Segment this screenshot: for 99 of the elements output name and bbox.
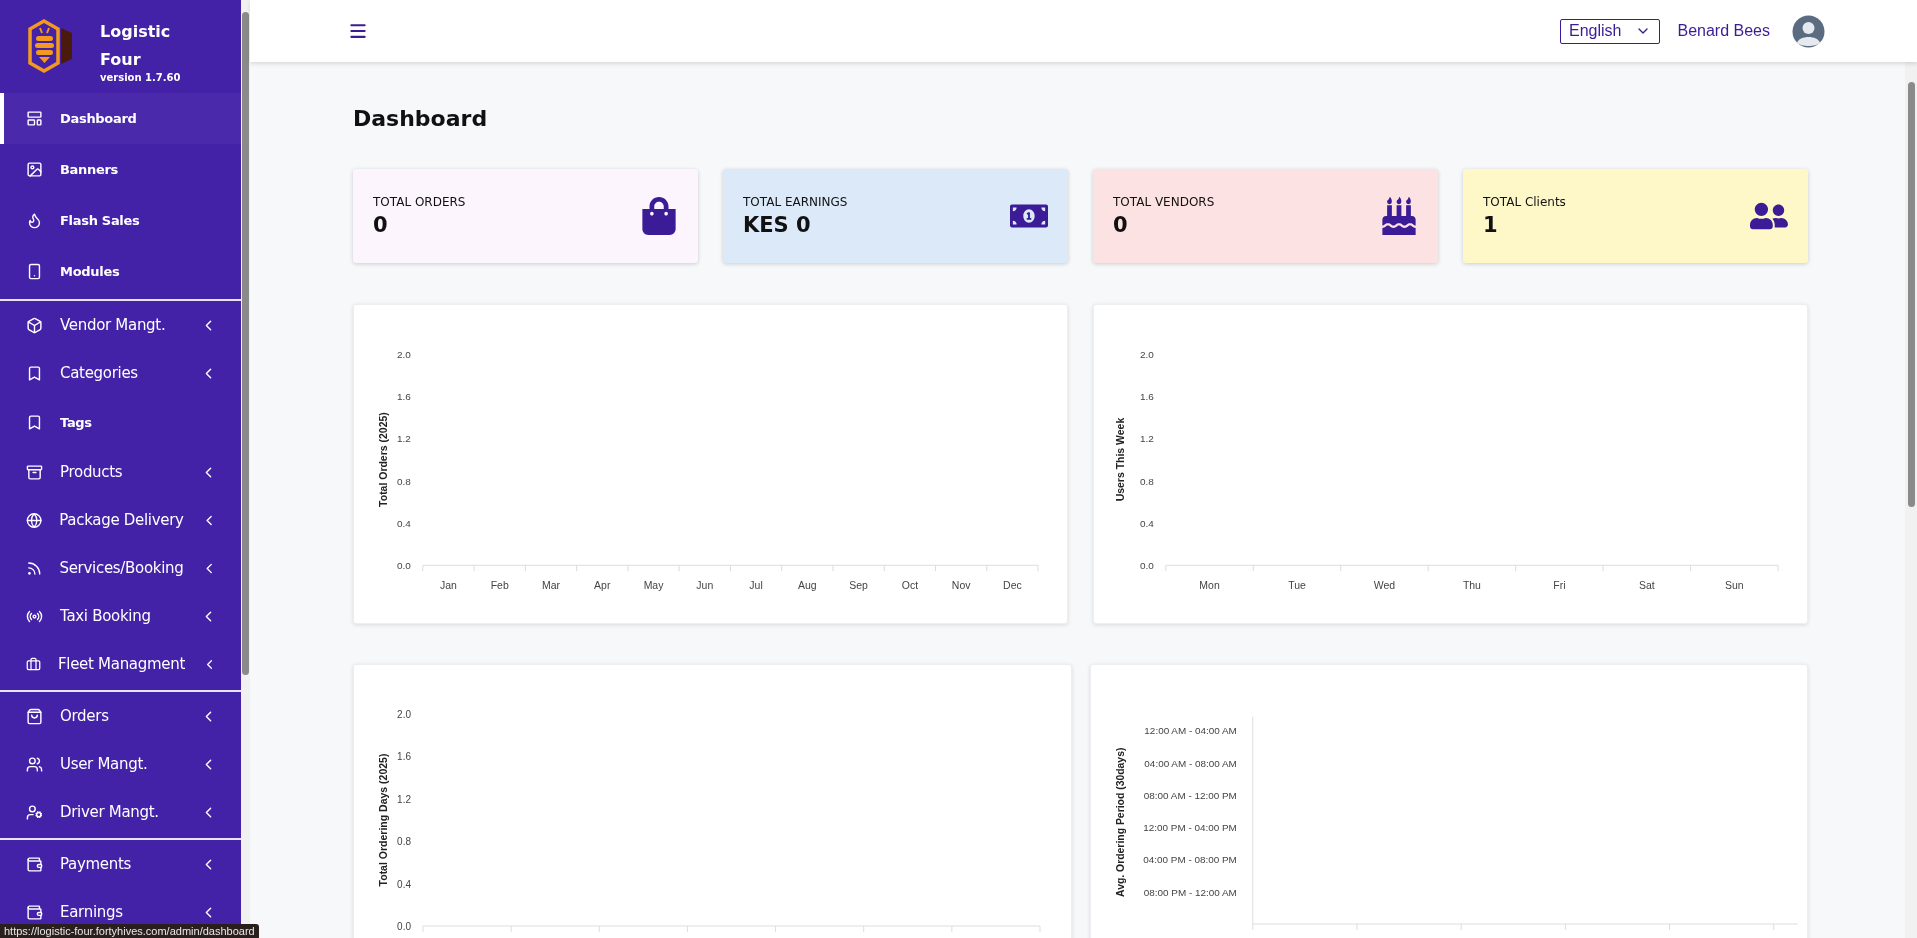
- tick-label: 2.0: [397, 709, 411, 720]
- cake-icon: [1380, 197, 1418, 235]
- stat-label: TOTAL ORDERS: [373, 195, 467, 209]
- tick-label: 08:00 AM - 12:00 PM: [1143, 789, 1237, 801]
- shopping-bag-icon: [640, 197, 678, 235]
- tick-label: Tue: [1288, 580, 1306, 592]
- tick-label: 0.8: [397, 836, 411, 848]
- language-select[interactable]: English: [1560, 18, 1661, 44]
- tick-label: 0.8: [397, 475, 411, 487]
- tick-label: Dec: [1003, 580, 1022, 592]
- rss-icon: [26, 559, 43, 577]
- tick-label: 2.0: [397, 348, 411, 360]
- tick-label: Feb: [490, 580, 509, 592]
- tick-label: 1.6: [397, 751, 411, 763]
- stat-value: 1: [1483, 213, 1499, 237]
- stat-value: 0: [1113, 213, 1129, 237]
- menu-button[interactable]: [348, 21, 368, 41]
- tick-label: 0.0: [397, 560, 411, 572]
- axis-title: Users This Week: [1114, 417, 1126, 502]
- tick-label: 0.8: [1139, 475, 1154, 487]
- tick-label: 08:00 PM - 12:00 AM: [1143, 886, 1237, 898]
- tick-label: 0.4: [397, 878, 411, 890]
- tick-label: 1.2: [1139, 433, 1154, 445]
- tick-label: Sun: [1725, 580, 1744, 592]
- version-label: version 1.7.60: [100, 72, 182, 83]
- sidebar-item[interactable]: User Mangt.: [0, 740, 241, 788]
- sidebar-item[interactable]: Flash Sales: [0, 195, 241, 246]
- tick-label: Aug: [798, 580, 817, 592]
- sidebar-item[interactable]: Vendor Mangt.: [0, 301, 241, 349]
- stat-value: 0: [373, 213, 389, 237]
- tick-label: 0.4: [1139, 518, 1154, 529]
- user-gear-icon: [26, 803, 43, 821]
- tick-label: 1.6: [1139, 391, 1154, 403]
- bag-icon: [26, 707, 43, 725]
- sidebar-item[interactable]: Fleet Managment: [0, 640, 241, 688]
- axis-title: Avg. Ordering Period (30days): [1114, 747, 1126, 897]
- wallet-icon: [26, 855, 43, 873]
- tick-label: Apr: [594, 580, 611, 592]
- sidebar-item[interactable]: Payments: [0, 840, 241, 888]
- tick-label: Wed: [1373, 580, 1396, 592]
- stat-value: KES 0: [743, 213, 812, 237]
- flame-icon: [26, 212, 43, 229]
- users-icon: [26, 755, 43, 773]
- stat-label: TOTAL Clients: [1483, 195, 1567, 209]
- sidebar-item[interactable]: Products: [0, 448, 241, 496]
- bookmark-icon: [26, 364, 43, 382]
- axis-title: Total Ordering Days (2025): [377, 753, 389, 887]
- image-icon: [26, 161, 43, 178]
- tick-label: 04:00 PM - 08:00 PM: [1142, 854, 1237, 866]
- sidebar-item[interactable]: Orders: [0, 692, 241, 740]
- tick-label: May: [643, 580, 664, 592]
- tick-label: Sat: [1639, 580, 1655, 592]
- tick-label: Mar: [541, 580, 560, 592]
- layout-icon: [26, 110, 43, 127]
- tick-label: Fri: [1553, 580, 1566, 592]
- cube-icon: [26, 316, 43, 334]
- tick-label: 04:00 AM - 08:00 AM: [1143, 757, 1237, 769]
- sidebar-item[interactable]: Modules: [0, 246, 241, 297]
- archive-icon: [26, 463, 43, 481]
- tick-label: Mon: [1199, 580, 1220, 592]
- sidebar-item[interactable]: Tags: [0, 397, 241, 448]
- bookmark-icon: [26, 414, 43, 431]
- sidebar-item[interactable]: Services/Booking: [0, 544, 241, 592]
- sidebar-item[interactable]: Dashboard: [0, 93, 241, 144]
- sidebar-item[interactable]: Banners: [0, 144, 241, 195]
- tick-label: Nov: [951, 580, 971, 592]
- phone-icon: [26, 263, 43, 280]
- tick-label: Thu: [1462, 580, 1481, 592]
- tick-label: 2.0: [1139, 348, 1154, 360]
- sidebar-item[interactable]: Taxi Booking: [0, 592, 241, 640]
- briefcase-icon: [26, 655, 41, 673]
- stat-label: TOTAL EARNINGS: [743, 195, 849, 209]
- wallet-icon: [26, 903, 43, 921]
- tick-label: 1.6: [397, 391, 411, 403]
- tick-label: Jan: [440, 580, 457, 592]
- tick-label: Oct: [901, 580, 919, 592]
- tick-label: 12:00 AM - 04:00 AM: [1143, 725, 1237, 737]
- sidebar-item[interactable]: Categories: [0, 349, 241, 397]
- user-name[interactable]: Benard Bees: [1677, 22, 1770, 40]
- tick-label: 0.4: [397, 518, 411, 529]
- axis-title: Total Orders (2025): [377, 412, 389, 507]
- tick-label: Jun: [696, 580, 714, 592]
- tick-label: Sep: [849, 580, 868, 592]
- avatar-icon[interactable]: [1792, 14, 1825, 48]
- globe-icon: [26, 511, 43, 529]
- tick-label: 0.0: [397, 921, 411, 932]
- brand-name: Logistic Four: [100, 21, 172, 71]
- tick-label: 0.0: [1139, 560, 1154, 572]
- tick-label: 1.2: [397, 433, 411, 445]
- logo-icon: [28, 18, 74, 74]
- scrollbar[interactable]: [1905, 62, 1917, 938]
- sidebar-item[interactable]: Package Delivery: [0, 496, 241, 544]
- page-title: Dashboard: [353, 106, 489, 131]
- url-tooltip: https://logistic-four.fortyhives.com/admin/dashboard: [0, 924, 259, 938]
- tick-label: 12:00 PM - 04:00 PM: [1142, 822, 1237, 834]
- sidebar-item[interactable]: Driver Mangt.: [0, 788, 241, 836]
- tick-label: Jul: [749, 580, 763, 592]
- tick-label: 1.2: [397, 793, 411, 805]
- stat-label: TOTAL VENDORS: [1113, 195, 1216, 209]
